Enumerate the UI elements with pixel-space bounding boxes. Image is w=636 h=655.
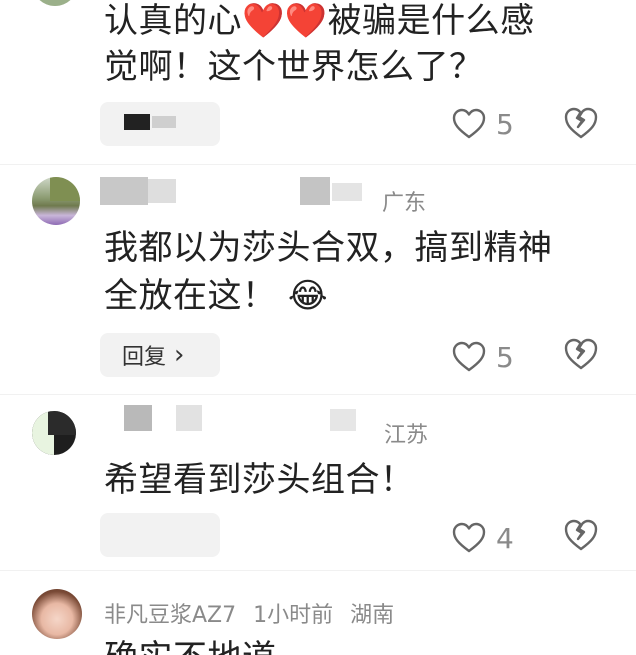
- redacted-username: [124, 405, 152, 431]
- avatar[interactable]: [32, 589, 82, 639]
- location: 湖南: [350, 603, 395, 628]
- redacted-block: [124, 114, 150, 130]
- location: 广东: [382, 191, 427, 216]
- redacted-username: [332, 183, 362, 201]
- comment-text: 希望看到莎头组合！: [104, 460, 415, 500]
- redacted-username: [100, 177, 148, 205]
- reply-label: 回复: [122, 345, 167, 370]
- comment-text: 认真的心❤️❤️被骗是什么感: [104, 1, 535, 41]
- avatar[interactable]: [32, 0, 78, 6]
- like-count: 4: [496, 522, 514, 555]
- dislike-icon[interactable]: [563, 337, 599, 375]
- comment-text: 确实不地道: [104, 633, 277, 655]
- avatar[interactable]: [32, 177, 80, 225]
- reply-button[interactable]: [100, 102, 220, 146]
- comment-1: 认真的心❤️❤️被骗是什么感 觉啊！这个世界怎么了？ 5: [0, 0, 636, 165]
- reply-button[interactable]: [100, 513, 220, 557]
- like-icon[interactable]: [452, 341, 486, 377]
- redacted-block: [152, 116, 176, 128]
- reply-button[interactable]: 回复 ›: [100, 333, 220, 377]
- redacted-username: [176, 405, 202, 431]
- comment-3: 江苏 希望看到莎头组合！ 4: [0, 395, 636, 570]
- dislike-icon[interactable]: [563, 106, 599, 144]
- like-count: 5: [496, 341, 514, 374]
- location: 江苏: [384, 423, 429, 448]
- comment-text: 全放在这！: [104, 276, 277, 316]
- dislike-icon[interactable]: [563, 518, 599, 556]
- comment-4: 非凡豆浆AZ7 1小时前 湖南 确实不地道: [0, 571, 636, 655]
- chevron-right-icon: ›: [174, 340, 185, 370]
- laughing-emoji: 😂: [287, 276, 329, 316]
- redacted-username: [148, 179, 176, 203]
- comment-text: 觉啊！这个世界怎么了？: [104, 47, 484, 87]
- comment-text-line2: 全放在这！ 😂: [104, 271, 328, 321]
- username[interactable]: 非凡豆浆AZ7 1小时前 湖南: [104, 597, 394, 629]
- avatar[interactable]: [32, 411, 76, 455]
- comment-text: 我都以为莎头合双，搞到精神: [104, 228, 553, 268]
- like-icon[interactable]: [452, 108, 486, 144]
- redacted-username: [330, 409, 356, 431]
- like-count: 5: [496, 108, 514, 141]
- comment-2: 广东 我都以为莎头合双，搞到精神 全放在这！ 😂 回复 › 5: [0, 165, 636, 395]
- timestamp: 1小时前: [253, 603, 334, 628]
- redacted-username: [300, 177, 330, 205]
- like-icon[interactable]: [452, 522, 486, 558]
